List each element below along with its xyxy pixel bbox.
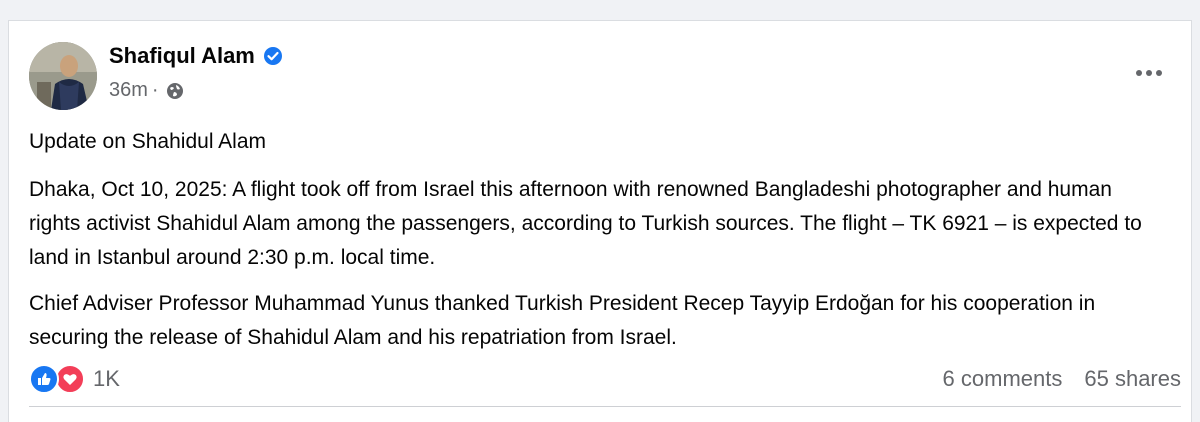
love-icon xyxy=(55,364,85,394)
engagement-counts: 6 comments 65 shares xyxy=(943,366,1181,392)
reactions-summary[interactable]: 1K xyxy=(29,364,120,394)
divider xyxy=(29,406,1181,407)
comments-count-link[interactable]: 6 comments xyxy=(943,366,1063,392)
globe-icon[interactable] xyxy=(166,82,184,100)
engagement-bar: 1K 6 comments 65 shares xyxy=(29,364,1181,394)
verified-badge-icon xyxy=(263,46,283,66)
post-meta: 36m · xyxy=(109,79,184,102)
more-options-icon xyxy=(1136,70,1162,76)
more-options-button[interactable] xyxy=(1129,59,1169,87)
shares-count-link[interactable]: 65 shares xyxy=(1084,366,1181,392)
post-body: Update on Shahidul Alam Dhaka, Oct 10, 2… xyxy=(29,125,1169,367)
post-paragraph: Chief Adviser Professor Muhammad Yunus t… xyxy=(29,292,1096,349)
author-row: Shafiqul Alam xyxy=(109,43,283,69)
like-icon xyxy=(29,364,59,394)
avatar[interactable] xyxy=(29,42,97,110)
post-paragraph: Dhaka, Oct 10, 2025: A flight took off f… xyxy=(29,178,1142,269)
post-headline: Update on Shahidul Alam xyxy=(29,130,266,153)
author-name[interactable]: Shafiqul Alam xyxy=(109,43,255,69)
reaction-count: 1K xyxy=(93,366,120,391)
meta-separator: · xyxy=(151,79,159,101)
post-card: Shafiqul Alam 36m · Update on Shahidul A… xyxy=(8,20,1192,422)
post-timestamp[interactable]: 36m xyxy=(109,79,148,102)
